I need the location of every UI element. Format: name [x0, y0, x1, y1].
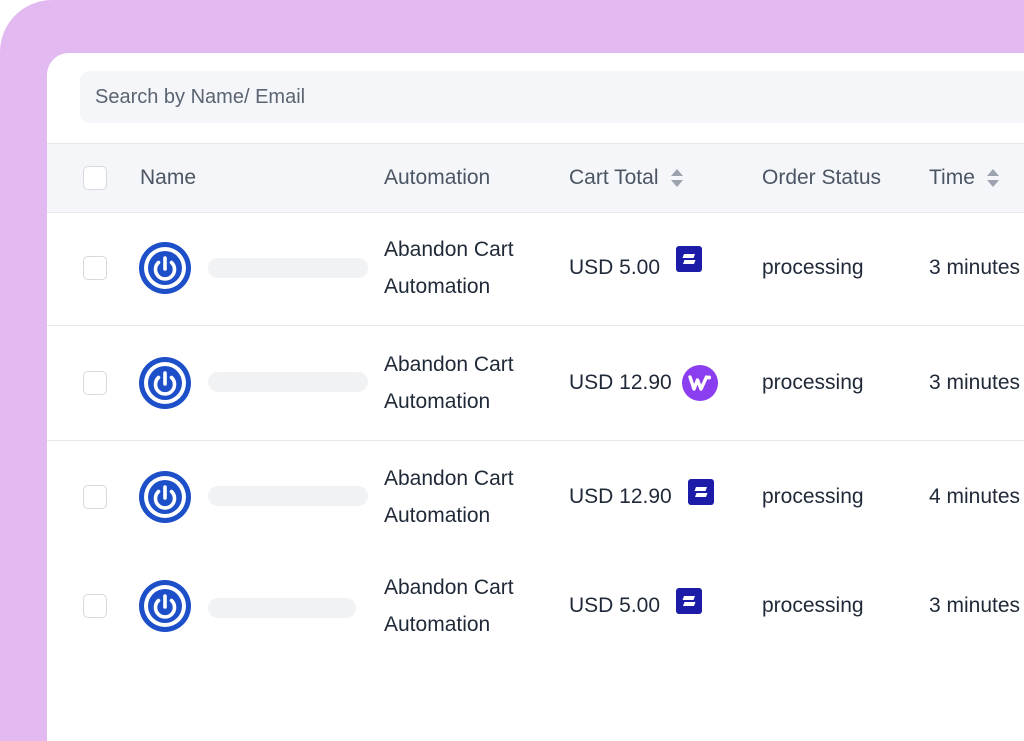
column-label-automation: Automation [384, 166, 491, 189]
column-label-name: Name [140, 166, 197, 189]
table-row[interactable]: Abandon Cart Automation USD 5.00 process… [47, 211, 1024, 326]
power-avatar-icon [139, 580, 191, 632]
search-bar[interactable] [80, 71, 1024, 123]
cart-total-value: USD 5.00 [569, 594, 661, 617]
power-avatar-icon [139, 356, 191, 409]
sort-icon[interactable] [986, 169, 999, 187]
name-placeholder [208, 372, 368, 392]
order-status-cell: processing [762, 484, 864, 508]
name-placeholder [208, 598, 356, 618]
power-avatar-icon [139, 242, 191, 294]
woocommerce-icon [681, 364, 718, 401]
row-checkbox[interactable] [83, 484, 107, 509]
cart-total-value: USD 5.00 [569, 256, 661, 279]
avatar-cell [139, 440, 191, 553]
time-cell: 3 minutes [929, 370, 1021, 394]
main-panel: Name Automation Cart Total Order Status … [47, 53, 1024, 741]
automation-cell: Abandon Cart Automation [384, 238, 514, 298]
column-header-order-status: Order Status [762, 144, 881, 212]
column-label-time: Time [929, 166, 975, 189]
column-header-cart-total[interactable]: Cart Total [569, 144, 683, 212]
order-status-cell: processing [762, 370, 864, 394]
sort-icon[interactable] [670, 169, 683, 187]
row-checkbox-cell[interactable] [83, 211, 107, 325]
order-status-cell: processing [762, 594, 864, 617]
automation-cell: Abandon Cart Automation [384, 576, 514, 636]
column-header-name: Name [140, 144, 196, 212]
time-cell: 3 minutes [929, 594, 1021, 617]
select-all-cell[interactable] [83, 144, 107, 212]
column-label-cart-total: Cart Total [569, 166, 659, 189]
name-placeholder [208, 486, 368, 506]
name-placeholder [208, 258, 368, 278]
automation-cell: Abandon Cart Automation [384, 352, 514, 413]
stripe-like-icon [676, 246, 703, 272]
row-checkbox[interactable] [83, 370, 107, 395]
column-header-automation: Automation [384, 144, 490, 212]
power-avatar-icon [139, 470, 191, 523]
column-label-order-status: Order Status [762, 166, 882, 189]
row-checkbox[interactable] [83, 594, 107, 618]
cart-total-value: USD 12.90 [569, 370, 672, 394]
table-header: Name Automation Cart Total Order Status … [47, 143, 1024, 213]
table-row[interactable]: Abandon Cart Automation USD 12.90 proces… [47, 440, 1024, 553]
time-cell: 3 minutes [929, 256, 1021, 279]
row-checkbox-cell[interactable] [83, 440, 107, 553]
cart-total-cell: USD 12.90 [569, 440, 714, 553]
avatar-cell [139, 325, 191, 440]
stripe-like-icon [687, 478, 714, 505]
search-input[interactable] [93, 84, 697, 110]
cart-total-cell: USD 5.00 [569, 211, 703, 325]
time-cell: 4 minutes [929, 484, 1021, 508]
cart-total-value: USD 12.90 [569, 484, 672, 508]
select-all-checkbox[interactable] [83, 166, 107, 190]
app-frame: Name Automation Cart Total Order Status … [0, 0, 1024, 741]
row-checkbox-cell[interactable] [83, 325, 107, 440]
order-status-cell: processing [762, 256, 864, 279]
cart-total-cell: USD 12.90 [569, 325, 718, 440]
cart-total-cell: USD 5.00 [569, 553, 703, 659]
table-row[interactable]: Abandon Cart Automation USD 12.90 proces… [47, 325, 1024, 441]
stripe-like-icon [676, 588, 703, 614]
column-header-time[interactable]: Time [929, 144, 999, 212]
avatar-cell [139, 211, 191, 325]
automation-cell: Abandon Cart Automation [384, 466, 514, 527]
table-row[interactable]: Abandon Cart Automation USD 5.00 process… [47, 553, 1024, 659]
avatar-cell [139, 553, 191, 659]
row-checkbox-cell[interactable] [83, 553, 107, 659]
row-checkbox[interactable] [83, 256, 107, 280]
